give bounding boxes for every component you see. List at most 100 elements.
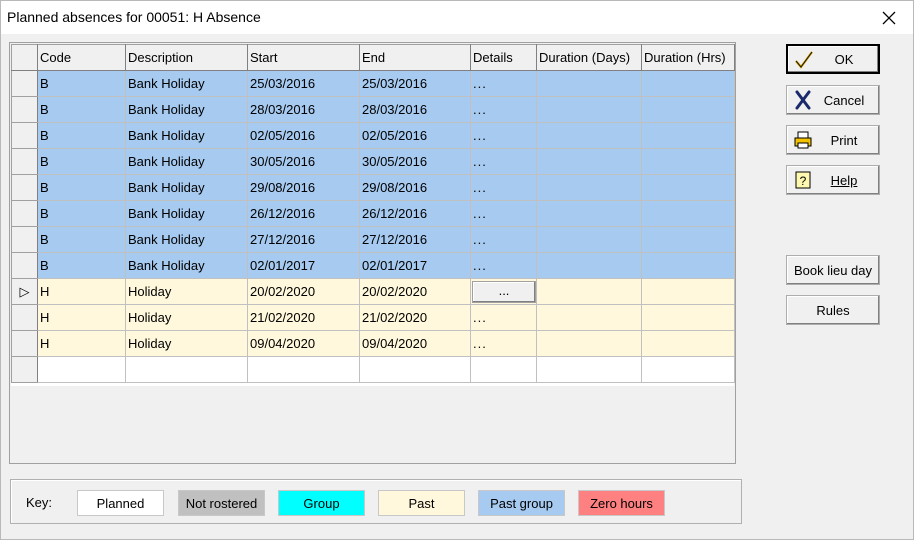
cell-description[interactable]: Holiday: [125, 330, 248, 357]
row-indicator[interactable]: [11, 174, 38, 201]
cell-code[interactable]: B: [37, 148, 126, 175]
book-lieu-day-button[interactable]: Book lieu day: [786, 255, 880, 285]
table-row[interactable]: B Bank Holiday 28/03/2016 28/03/2016 ...: [11, 96, 735, 123]
row-indicator[interactable]: [11, 330, 38, 357]
cell-end[interactable]: 29/08/2016: [359, 174, 471, 201]
cell-end[interactable]: 26/12/2016: [359, 200, 471, 227]
row-indicator[interactable]: [11, 356, 38, 383]
column-header-duration-days[interactable]: Duration (Days): [536, 44, 642, 71]
cell-end[interactable]: 25/03/2016: [359, 70, 471, 97]
cell-code[interactable]: B: [37, 252, 126, 279]
cell-start[interactable]: 26/12/2016: [247, 200, 360, 227]
cell-start[interactable]: 29/08/2016: [247, 174, 360, 201]
cell-description[interactable]: Bank Holiday: [125, 70, 248, 97]
column-header-duration-hrs[interactable]: Duration (Hrs): [641, 44, 735, 71]
table-row[interactable]: B Bank Holiday 30/05/2016 30/05/2016 ...: [11, 148, 735, 175]
row-indicator[interactable]: [11, 122, 38, 149]
cell-duration-days[interactable]: [536, 70, 642, 97]
table-row[interactable]: H Holiday 09/04/2020 09/04/2020 ...: [11, 330, 735, 357]
cell-duration-days[interactable]: [536, 148, 642, 175]
cell-duration-days[interactable]: [536, 96, 642, 123]
cell-code[interactable]: B: [37, 96, 126, 123]
cell-duration-hrs[interactable]: [641, 174, 735, 201]
current-row-indicator[interactable]: ▷: [11, 278, 38, 305]
cell-duration-days[interactable]: [536, 122, 642, 149]
table-row-current[interactable]: ▷ H Holiday 20/02/2020 20/02/2020 ...: [11, 278, 735, 305]
cell-start[interactable]: 09/04/2020: [247, 330, 360, 357]
cell-duration-hrs[interactable]: [641, 96, 735, 123]
cell-duration-hrs[interactable]: [641, 148, 735, 175]
cell-start[interactable]: 20/02/2020: [247, 278, 360, 305]
cell-end[interactable]: 02/01/2017: [359, 252, 471, 279]
row-indicator[interactable]: [11, 200, 38, 227]
column-header-end[interactable]: End: [359, 44, 471, 71]
row-indicator[interactable]: [11, 226, 38, 253]
cell-details[interactable]: ...: [470, 304, 537, 331]
cell-code[interactable]: H: [37, 304, 126, 331]
cell-description[interactable]: Bank Holiday: [125, 252, 248, 279]
cell-start[interactable]: 25/03/2016: [247, 70, 360, 97]
cell-description[interactable]: Bank Holiday: [125, 200, 248, 227]
column-header-start[interactable]: Start: [247, 44, 360, 71]
cell-duration-days[interactable]: [536, 330, 642, 357]
row-indicator[interactable]: [11, 252, 38, 279]
cell-details[interactable]: ...: [470, 70, 537, 97]
cell-end[interactable]: 02/05/2016: [359, 122, 471, 149]
cell-description[interactable]: Bank Holiday: [125, 122, 248, 149]
rules-button[interactable]: Rules: [786, 295, 880, 325]
cell-details[interactable]: ...: [470, 226, 537, 253]
cell-description[interactable]: Bank Holiday: [125, 226, 248, 253]
cell-end[interactable]: 28/03/2016: [359, 96, 471, 123]
close-button[interactable]: [869, 3, 909, 32]
column-header-code[interactable]: Code: [37, 44, 126, 71]
new-row[interactable]: [11, 356, 735, 383]
row-indicator[interactable]: [11, 70, 38, 97]
cell-end[interactable]: 30/05/2016: [359, 148, 471, 175]
row-indicator[interactable]: [11, 96, 38, 123]
cell-duration-hrs[interactable]: [641, 226, 735, 253]
cell-details[interactable]: ...: [470, 96, 537, 123]
cell-code[interactable]: B: [37, 226, 126, 253]
cell-code[interactable]: B: [37, 200, 126, 227]
cell-details[interactable]: ...: [470, 174, 537, 201]
cell-code[interactable]: H: [37, 330, 126, 357]
table-row[interactable]: B Bank Holiday 25/03/2016 25/03/2016 ...: [11, 70, 735, 97]
cell-code[interactable]: B: [37, 122, 126, 149]
column-header-details[interactable]: Details: [470, 44, 537, 71]
cell-code[interactable]: H: [37, 278, 126, 305]
cell-start[interactable]: 28/03/2016: [247, 96, 360, 123]
cell-details[interactable]: ...: [470, 330, 537, 357]
cell-description[interactable]: Bank Holiday: [125, 96, 248, 123]
cell-duration-hrs[interactable]: [641, 304, 735, 331]
cell-duration-hrs[interactable]: [641, 122, 735, 149]
cell-end[interactable]: 21/02/2020: [359, 304, 471, 331]
help-button[interactable]: ? Help: [786, 165, 880, 195]
table-row[interactable]: B Bank Holiday 02/05/2016 02/05/2016 ...: [11, 122, 735, 149]
cell-end[interactable]: 27/12/2016: [359, 226, 471, 253]
cell-details[interactable]: ...: [470, 252, 537, 279]
cell-end[interactable]: 09/04/2020: [359, 330, 471, 357]
cell-end[interactable]: 20/02/2020: [359, 278, 471, 305]
column-header-description[interactable]: Description: [125, 44, 248, 71]
row-indicator[interactable]: [11, 304, 38, 331]
cell-description[interactable]: Holiday: [125, 304, 248, 331]
details-button[interactable]: ...: [472, 280, 536, 303]
cancel-button[interactable]: Cancel: [786, 85, 880, 115]
table-row[interactable]: B Bank Holiday 26/12/2016 26/12/2016 ...: [11, 200, 735, 227]
table-row[interactable]: H Holiday 21/02/2020 21/02/2020 ...: [11, 304, 735, 331]
cell-duration-days[interactable]: [536, 200, 642, 227]
cell-duration-days[interactable]: [536, 226, 642, 253]
cell-details[interactable]: ...: [470, 122, 537, 149]
cell-start[interactable]: 02/01/2017: [247, 252, 360, 279]
table-row[interactable]: B Bank Holiday 02/01/2017 02/01/2017 ...: [11, 252, 735, 279]
cell-end[interactable]: [359, 356, 471, 383]
cell-description[interactable]: Bank Holiday: [125, 174, 248, 201]
cell-description[interactable]: Bank Holiday: [125, 148, 248, 175]
cell-details[interactable]: [470, 356, 537, 383]
table-row[interactable]: B Bank Holiday 27/12/2016 27/12/2016 ...: [11, 226, 735, 253]
cell-duration-hrs[interactable]: [641, 356, 735, 383]
cell-duration-days[interactable]: [536, 252, 642, 279]
cell-description[interactable]: Holiday: [125, 278, 248, 305]
table-row[interactable]: B Bank Holiday 29/08/2016 29/08/2016 ...: [11, 174, 735, 201]
cell-duration-hrs[interactable]: [641, 252, 735, 279]
